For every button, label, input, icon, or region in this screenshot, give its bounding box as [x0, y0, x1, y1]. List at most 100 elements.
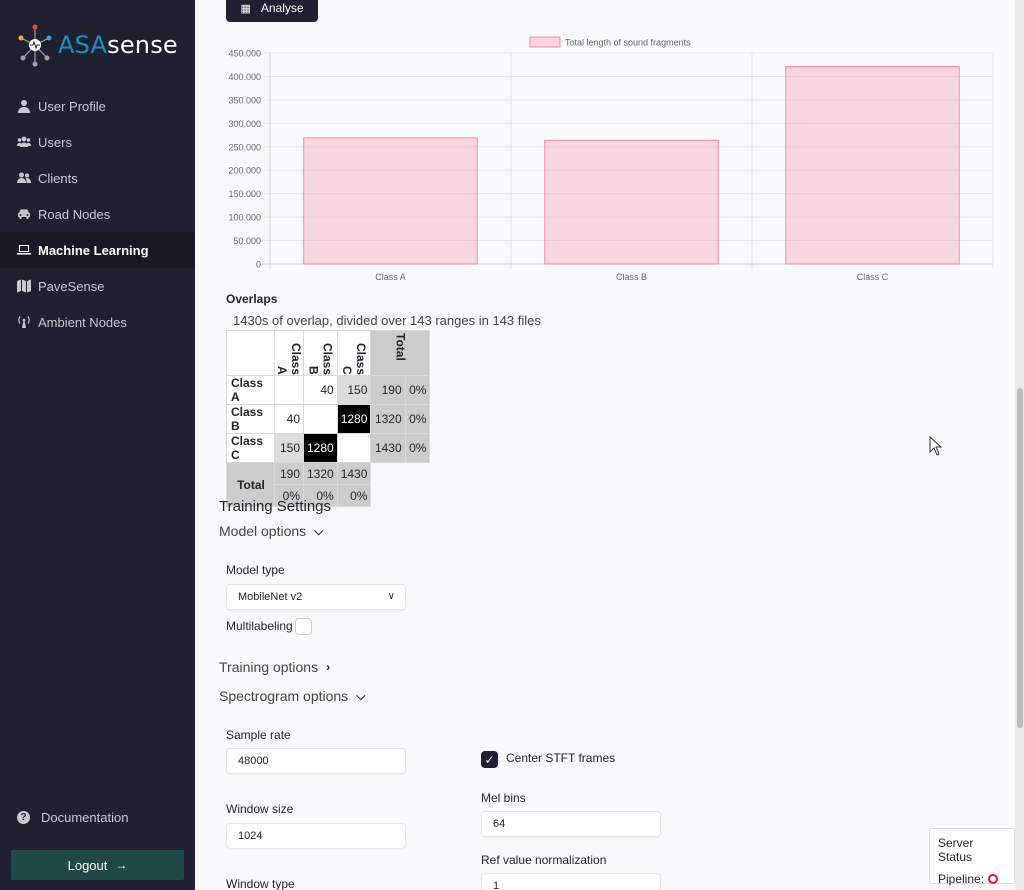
table-header-row: Class A Class B Class C Total — [226, 330, 431, 376]
user-icon — [17, 99, 31, 113]
server-status-panel: Server Status Pipeline: — [929, 828, 1015, 886]
pipeline-status: Pipeline: — [938, 872, 1006, 886]
y-tick-label: 150.000 — [228, 189, 261, 199]
analyse-label: Analyse — [260, 1, 304, 15]
table-col-header: Class C — [336, 330, 372, 376]
logout-icon: → — [115, 858, 128, 872]
logout-button[interactable]: Logout → — [11, 850, 184, 880]
sidebar-item-label: PaveSense — [38, 278, 105, 294]
sidebar-item-label: Machine Learning — [38, 242, 149, 258]
model-type-value: MobileNet v2 — [238, 591, 303, 603]
center-stft-checkbox[interactable]: ✓ — [481, 751, 498, 768]
logo-text-part1: ASA — [58, 31, 108, 59]
total-cell: 1320 — [303, 462, 338, 485]
col-header-label: Class A — [275, 342, 303, 375]
sidebar-item-label: Users — [38, 134, 72, 150]
chevron-down-icon: ∨ — [387, 591, 395, 602]
sidebar-item-clients[interactable]: Clients — [0, 160, 195, 196]
table-cell: 40 — [274, 404, 304, 434]
spectrogram-options-label: Spectrogram options — [219, 688, 349, 704]
spectrogram-options-toggle[interactable]: Spectrogram options ⌵ — [219, 688, 365, 704]
table-cell: 1280 — [303, 433, 338, 463]
ref-value-label: Ref value normalization — [481, 853, 607, 867]
logo[interactable]: ASAsense — [16, 22, 178, 68]
x-tick-label: Class B — [616, 272, 647, 282]
x-tick-label: Class C — [857, 272, 889, 282]
table-corner-cell — [226, 330, 275, 376]
check-icon: ✓ — [484, 752, 495, 767]
car-icon — [17, 207, 31, 221]
calculator-icon: ▦ — [240, 2, 251, 15]
table-col-header-total: Total — [370, 330, 431, 376]
sidebar-item-pavesense[interactable]: PaveSense — [0, 268, 195, 304]
row-pct: 0% — [404, 375, 431, 405]
ref-value-value: 1 — [493, 880, 500, 890]
analyse-button[interactable]: ▦ Analyse — [226, 0, 318, 22]
row-total: 190 — [370, 375, 406, 405]
y-tick-label: 300.000 — [228, 119, 261, 129]
sidebar-item-documentation[interactable]: ? Documentation — [17, 810, 128, 825]
mouse-cursor-icon — [929, 436, 943, 456]
y-tick-label: 450.000 — [228, 49, 261, 59]
chevron-down-icon: ⌵ — [356, 688, 366, 703]
mel-bins-label: Mel bins — [481, 791, 526, 805]
model-type-label: Model type — [226, 563, 285, 577]
sidebar-item-road-nodes[interactable]: Road Nodes — [0, 196, 195, 232]
ref-value-input[interactable]: 1 — [481, 873, 661, 890]
sidebar-item-users[interactable]: Users — [0, 124, 195, 160]
col-header-label: Class C — [340, 342, 369, 375]
sidebar-item-machine-learning[interactable]: Machine Learning — [0, 232, 195, 268]
y-tick-label: 0 — [256, 260, 261, 270]
model-options-label: Model options — [219, 523, 307, 539]
table-row: Class B 40 1280 1320 0% — [226, 404, 431, 434]
row-pct: 0% — [404, 404, 431, 434]
legend-swatch — [529, 36, 561, 48]
bar — [785, 66, 960, 265]
empty-cell — [371, 463, 430, 485]
row-header: Class A — [226, 375, 275, 405]
sample-rate-input[interactable]: 48000 — [226, 748, 406, 774]
window-size-input[interactable]: 1024 — [226, 823, 406, 849]
table-total-row: Total 190 1320 1430 — [226, 462, 430, 507]
row-header: Class B — [226, 404, 275, 434]
y-tick-label: 50.000 — [233, 236, 261, 246]
server-status-title: Server Status — [938, 836, 974, 864]
training-options-label: Training options — [219, 659, 319, 675]
window-type-label: Window type — [226, 877, 295, 890]
documentation-label: Documentation — [41, 810, 129, 825]
laptop-icon — [17, 243, 31, 257]
empty-cell — [371, 485, 430, 507]
antenna-icon — [17, 315, 31, 329]
sidebar-item-label: User Profile — [38, 98, 106, 114]
bar — [544, 139, 719, 265]
y-tick-label: 100.000 — [228, 213, 261, 223]
sidebar-item-user-profile[interactable]: User Profile — [0, 88, 195, 124]
sidebar-item-label: Clients — [38, 170, 78, 186]
sample-rate-value: 48000 — [238, 755, 269, 767]
table-cell: 40 — [303, 375, 338, 405]
row-header: Class C — [226, 433, 275, 463]
overlaps-title: Overlaps — [226, 292, 278, 306]
table-col-header: Class A — [274, 330, 304, 376]
table-row: Class C 150 1280 1430 0% — [226, 433, 431, 463]
model-options-toggle[interactable]: Model options ⌵ — [219, 523, 323, 539]
row-pct: 0% — [404, 433, 431, 463]
table-cell: 150 — [274, 433, 304, 463]
model-type-select[interactable]: MobileNet v2 ∨ — [226, 584, 406, 610]
mel-bins-input[interactable]: 64 — [481, 811, 661, 837]
sidebar-item-label: Ambient Nodes — [38, 314, 127, 330]
chevron-right-icon: › — [326, 660, 331, 674]
pipeline-label: Pipeline: — [938, 872, 985, 886]
training-options-toggle[interactable]: Training options › — [219, 659, 330, 675]
col-header-label: Total — [393, 333, 408, 361]
bar — [303, 137, 478, 265]
y-tick-label: 250.000 — [228, 142, 261, 152]
scrollbar-thumb[interactable] — [1017, 388, 1023, 728]
table-col-header: Class B — [303, 330, 338, 376]
row-total: 1320 — [370, 404, 406, 434]
sidebar-item-ambient-nodes[interactable]: Ambient Nodes — [0, 304, 195, 340]
status-indicator-icon — [988, 874, 999, 884]
multilabeling-checkbox[interactable] — [295, 618, 312, 635]
center-stft-label: Center STFT frames — [506, 751, 616, 765]
window-size-label: Window size — [226, 802, 294, 816]
